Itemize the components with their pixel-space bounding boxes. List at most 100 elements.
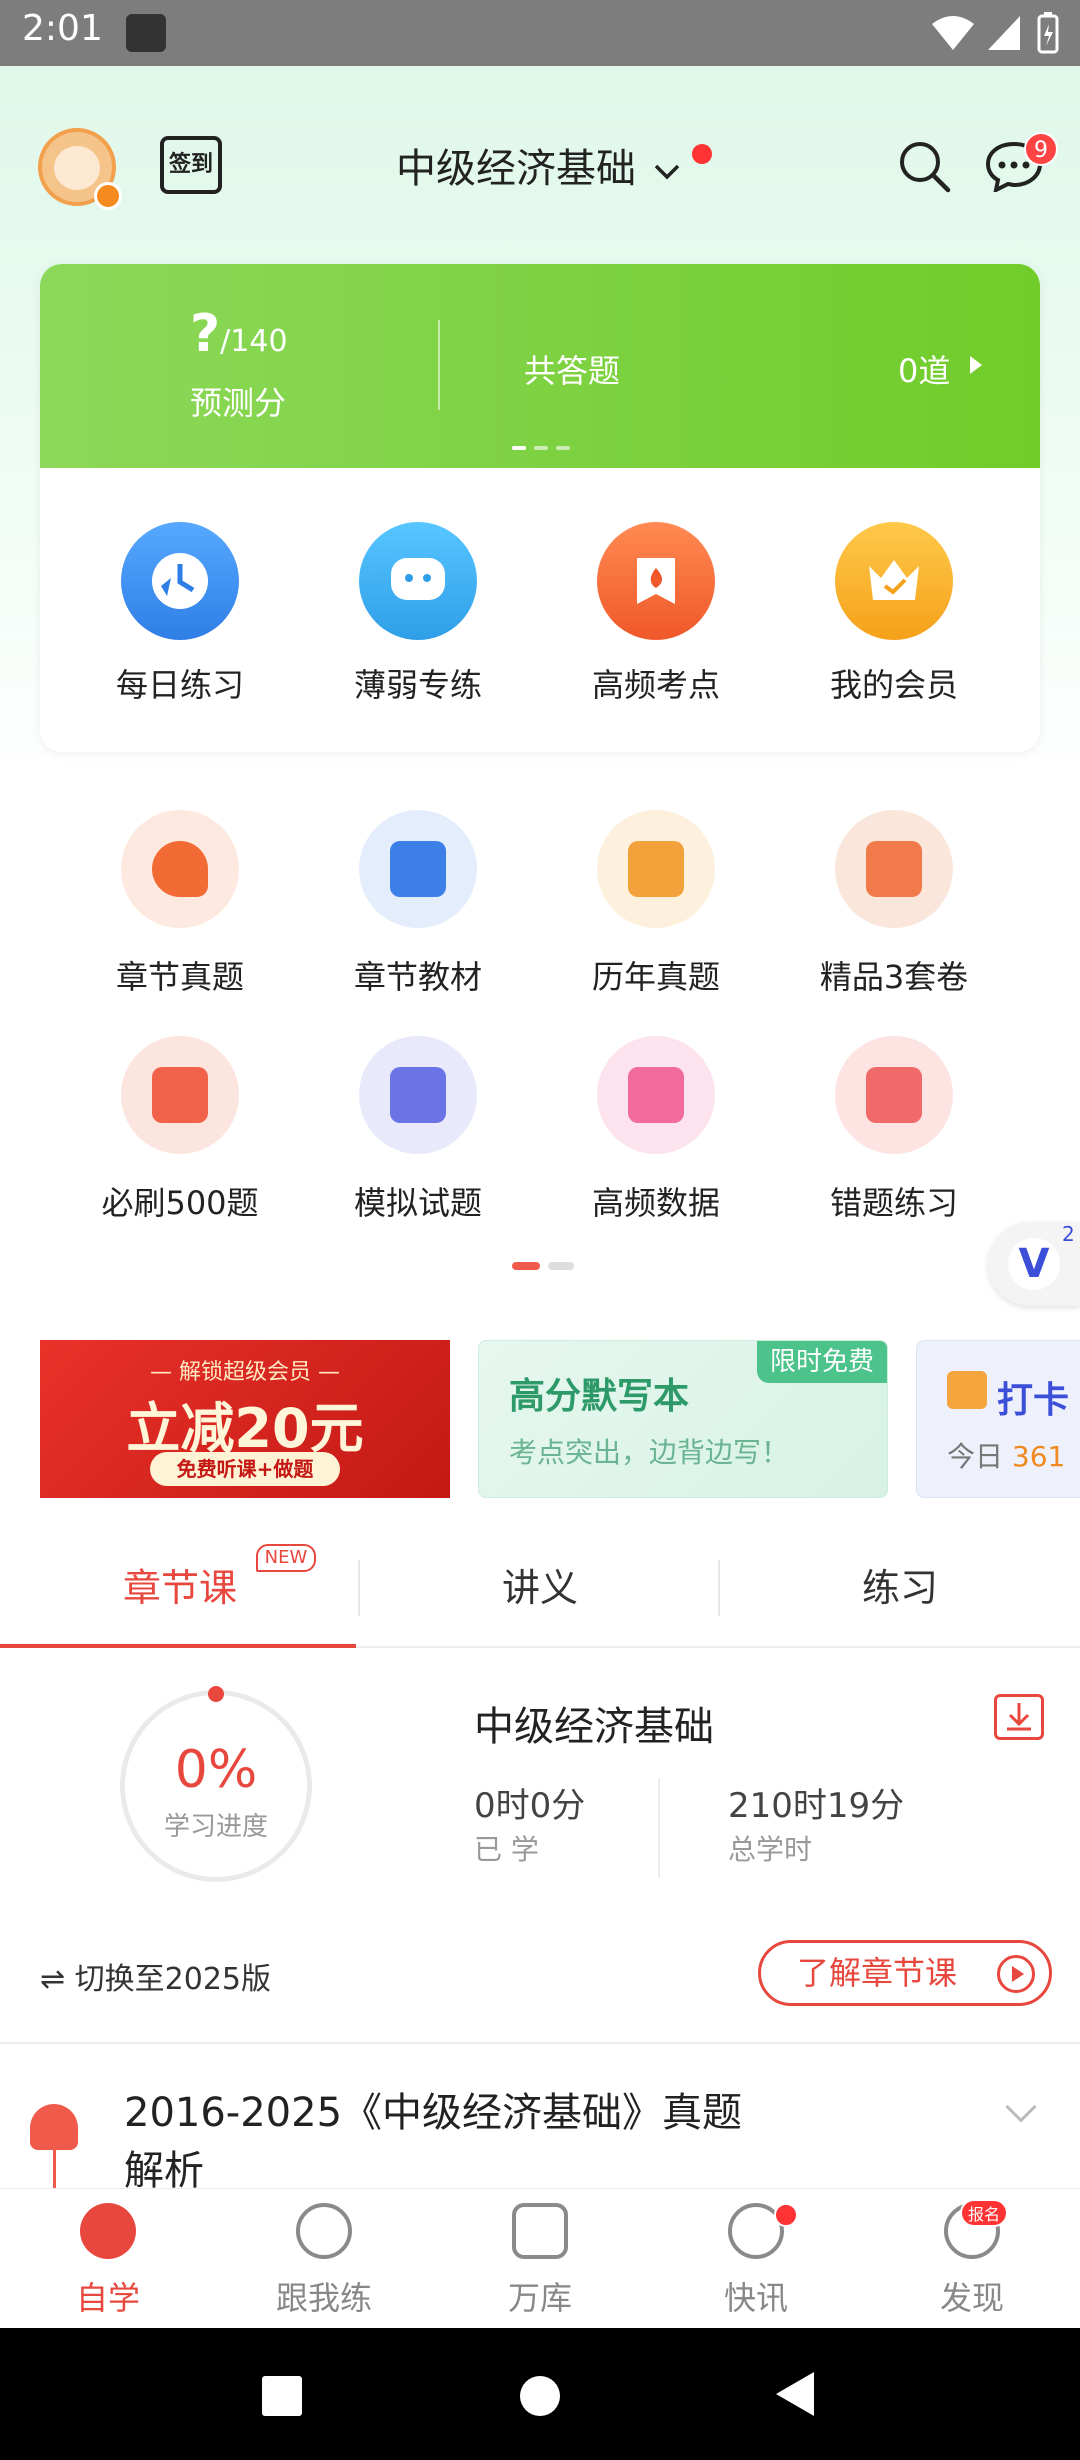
nav-library[interactable]: 万库: [432, 2203, 648, 2319]
gear-head-icon: [121, 810, 239, 928]
nav-label: 万库: [507, 2279, 572, 2317]
quick-daily-practice[interactable]: 每日练习: [80, 522, 280, 706]
quick-weak-practice[interactable]: 薄弱专练: [318, 522, 518, 706]
banner-title: 打卡: [997, 1380, 1070, 1421]
grid-label: 章节真题: [115, 958, 244, 996]
carousel-dot: [512, 446, 526, 450]
home-button[interactable]: [520, 2376, 560, 2416]
course-selector[interactable]: 中级经济基础: [396, 136, 681, 194]
quick-action-label: 高频考点: [591, 666, 720, 704]
500-icon: [121, 1036, 239, 1154]
learn-chapter-course-button[interactable]: 了解章节课: [758, 1940, 1052, 2006]
grid-label: 高频数据: [591, 1184, 720, 1222]
progress-value: 0%: [174, 1740, 258, 1800]
divider: [438, 320, 440, 410]
score-card: ?/140 预测分 共答题 0道 每日练习 薄弱专练 高频考点 我的会员: [40, 264, 1040, 752]
nav-label: 快讯: [723, 2279, 788, 2317]
check-doc-icon: [359, 1036, 477, 1154]
nav-news[interactable]: 快讯: [648, 2203, 864, 2319]
progress-label: 学习进度: [163, 1812, 268, 1842]
grid-page-indicator-active: [512, 1262, 540, 1270]
course-selector-label: 中级经济基础: [396, 146, 636, 192]
grid-hot-data[interactable]: 高频数据: [546, 1036, 766, 1224]
tab-practice[interactable]: 练习: [720, 1546, 1080, 1650]
grid-must-do-500[interactable]: 必刷500题: [70, 1036, 290, 1224]
ghost-icon: [30, 2104, 78, 2150]
message-count-badge: 9: [1024, 132, 1058, 166]
v-logo-icon: V: [1008, 1238, 1060, 1290]
grid-premium-papers[interactable]: 精品3套卷: [784, 810, 1004, 998]
learn-button-label: 了解章节课: [797, 1954, 958, 1992]
user-avatar[interactable]: [38, 128, 122, 210]
free-tag: 限时免费: [757, 1341, 887, 1383]
switch-version-link[interactable]: ⇌ 切换至2025版: [40, 1954, 271, 1998]
pulse-icon: [597, 1036, 715, 1154]
quick-hot-points[interactable]: 高频考点: [556, 522, 756, 706]
folder-icon: [597, 810, 715, 928]
crown-icon: [835, 522, 953, 640]
chevron-down-icon[interactable]: [1005, 2091, 1037, 2123]
total-answered-value[interactable]: 0道: [898, 346, 950, 392]
banner-sub-number: 361: [1011, 1440, 1066, 1473]
grid-chapter-textbook[interactable]: 章节教材: [308, 810, 528, 998]
notification-icon: [126, 14, 166, 52]
promo-banner-notebook[interactable]: 高分默写本 考点突出，边背边写！ 限时免费: [478, 1340, 888, 1498]
avatar-face-icon: [54, 146, 100, 190]
banner-subtitle: 今日 361: [947, 1435, 1065, 1475]
grid-label: 精品3套卷: [819, 958, 969, 996]
tab-handout[interactable]: 讲义: [360, 1546, 720, 1650]
active-tab-indicator: [0, 1644, 356, 1648]
score-value: ?: [190, 304, 221, 364]
score-card-header[interactable]: ?/140 预测分 共答题 0道: [40, 264, 1040, 468]
stat-divider: [658, 1778, 660, 1878]
floating-v-count: 2: [1062, 1222, 1075, 1246]
grid-past-exams[interactable]: 历年真题: [546, 810, 766, 998]
recents-button[interactable]: [262, 2376, 302, 2416]
grid-chapter-exams[interactable]: 章节真题: [70, 810, 290, 998]
check-circle-icon: [296, 2203, 352, 2259]
nav-self-study[interactable]: 自学: [0, 2203, 216, 2319]
pacman-icon: [80, 2203, 136, 2259]
status-bar: 2:01: [0, 0, 1080, 66]
checkin-button[interactable]: 签到: [160, 136, 222, 194]
grid-wrong-questions[interactable]: 错题练习: [784, 1036, 1004, 1224]
banner-sub-prefix: 今日: [947, 1440, 1004, 1473]
carousel-dot: [556, 446, 570, 450]
promo-banner-checkin[interactable]: 打卡 今日 361: [916, 1340, 1080, 1498]
total-time-label: 总学时: [728, 1833, 813, 1866]
back-button[interactable]: [776, 2372, 814, 2416]
battery-icon: [1037, 12, 1059, 54]
grid-label: 必刷500题: [101, 1184, 259, 1222]
flame-icon: [597, 522, 715, 640]
total-time-value: 210时19分: [728, 1786, 905, 1826]
banner-line1: — 解锁超级会员 —: [150, 1360, 340, 1385]
shield-book-icon: [359, 810, 477, 928]
learned-time-label: 已 学: [474, 1833, 539, 1866]
score-total: /140: [220, 324, 288, 359]
score-label: 预测分: [190, 384, 287, 422]
grid-label: 错题练习: [829, 1184, 958, 1222]
quick-my-vip[interactable]: 我的会员: [794, 522, 994, 706]
x-doc-icon: [835, 1036, 953, 1154]
chevron-down-icon: [654, 164, 679, 180]
status-time: 2:01: [22, 8, 103, 49]
vip-crown-icon: [94, 182, 122, 210]
update-dot: [692, 144, 712, 164]
clock-icon: [121, 522, 239, 640]
wifi-icon: [932, 16, 974, 50]
banner-line3: 免费听课+做题: [150, 1452, 340, 1486]
promo-banner-vip[interactable]: — 解锁超级会员 — 立减20元 免费听课+做题: [40, 1340, 450, 1498]
learned-time-value: 0时0分: [474, 1786, 586, 1826]
signal-icon: [988, 16, 1020, 50]
calendar-check-icon: [947, 1371, 987, 1409]
download-icon[interactable]: [994, 1694, 1044, 1740]
new-badge: NEW: [256, 1544, 316, 1572]
nav-label: 自学: [75, 2279, 140, 2317]
chapter-title[interactable]: 2016-2025《中级经济基础》真题解析: [124, 2084, 744, 2200]
nav-label: 发现: [939, 2279, 1004, 2317]
grid-mock-exams[interactable]: 模拟试题: [308, 1036, 528, 1224]
document-icon: [512, 2203, 568, 2259]
nav-follow-practice[interactable]: 跟我练: [216, 2203, 432, 2319]
search-icon[interactable]: [896, 138, 952, 194]
discover-badge: 报名: [960, 2199, 1008, 2227]
